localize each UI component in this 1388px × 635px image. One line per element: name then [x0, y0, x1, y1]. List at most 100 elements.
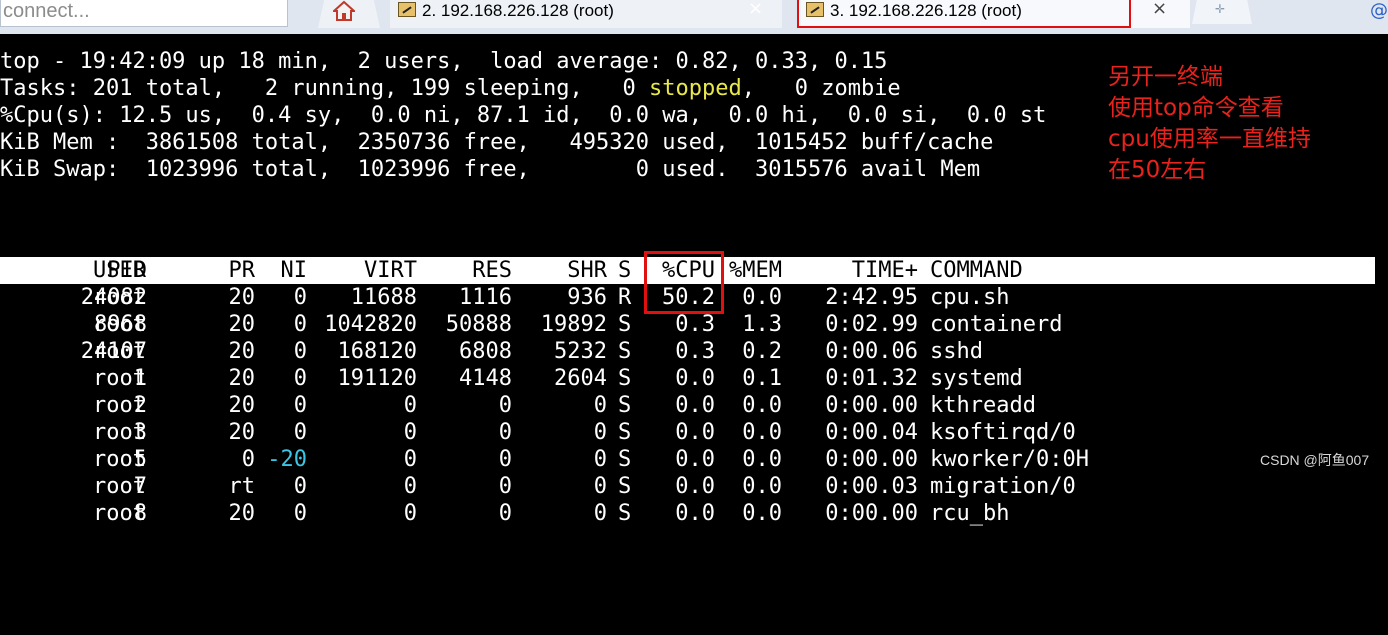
cell-s: S [618, 474, 632, 499]
cell-virt: 168120 [337, 339, 417, 364]
cell-ni: -20 [267, 447, 307, 472]
cell-shr: 0 [593, 420, 607, 445]
col-pr: PR [228, 258, 256, 283]
cell-s: S [618, 447, 632, 472]
cell-mem: 1.3 [742, 312, 782, 337]
cell-shr: 936 [567, 285, 607, 310]
cell-res: 50888 [445, 312, 512, 337]
annotation-line: 使用top命令查看 [1108, 95, 1284, 121]
cell-mem: 0.1 [742, 366, 782, 391]
close-tab-icon[interactable]: × [1152, 0, 1167, 19]
cell-time: 0:00.00 [825, 501, 918, 526]
session-tab-2[interactable]: 2. 192.168.226.128 (root) [390, 0, 782, 28]
cell-mem: 0.0 [742, 501, 782, 526]
watermark: CSDN @阿鱼007 [1260, 452, 1370, 468]
cell-time: 0:01.32 [825, 366, 918, 391]
cell-command: systemd [930, 366, 1023, 391]
cell-s: R [618, 285, 632, 310]
cell-mem: 0.0 [742, 474, 782, 499]
cell-cpu: 0.0 [675, 501, 715, 526]
cell-ni: 0 [293, 474, 307, 499]
tab-label: 2. 192.168.226.128 (root) [422, 1, 614, 20]
col-shr: SHR [567, 258, 607, 283]
cell-time: 0:00.00 [825, 447, 918, 472]
cell-mem: 0.0 [742, 420, 782, 445]
col-time: TIME+ [851, 258, 918, 283]
cell-time: 2:42.95 [825, 285, 918, 310]
cell-cpu: 0.3 [675, 339, 715, 364]
close-tab-icon[interactable]: × [748, 0, 763, 19]
plus-icon: ✛ [1215, 2, 1226, 16]
cell-pr: 20 [228, 366, 256, 391]
quick-connect-input[interactable]: connect... [0, 0, 288, 27]
cell-user: root [93, 339, 146, 364]
annotation-note: 另开一终端 使用top命令查看 cpu使用率一直维持 在50左右 [1108, 62, 1311, 186]
cell-virt: 0 [403, 420, 417, 445]
cell-pr: 20 [228, 339, 256, 364]
annotation-line: 在50左右 [1108, 157, 1207, 183]
cell-s: S [618, 393, 632, 418]
cell-mem: 0.0 [742, 447, 782, 472]
stopped-label: stopped [649, 76, 742, 101]
cell-user: root [93, 393, 146, 418]
cell-res: 0 [498, 474, 512, 499]
cell-command: sshd [930, 339, 983, 364]
cell-pr: 20 [228, 420, 256, 445]
tab-highlight-box [797, 0, 1131, 28]
cell-s: S [618, 366, 632, 391]
col-command: COMMAND [930, 258, 1023, 283]
cell-user: root [93, 312, 146, 337]
cell-pr: rt [228, 474, 256, 499]
cell-ni: 0 [293, 312, 307, 337]
cell-cpu: 0.0 [675, 474, 715, 499]
cell-command: ksoftirqd/0 [930, 420, 1076, 445]
cell-user: root [93, 447, 146, 472]
home-icon [333, 0, 355, 21]
cell-shr: 0 [593, 501, 607, 526]
annotation-line: 另开一终端 [1108, 64, 1223, 90]
cell-command: cpu.sh [930, 285, 1010, 310]
cell-cpu: 0.3 [675, 312, 715, 337]
cell-res: 1116 [459, 285, 512, 310]
cell-res: 0 [498, 393, 512, 418]
cell-cpu: 0.0 [675, 447, 715, 472]
col-user: USER [93, 258, 146, 283]
cpu-line: %Cpu(s): 12.5 us, 0.4 sy, 0.0 ni, 87.1 i… [0, 103, 1047, 128]
cell-cpu: 0.0 [675, 366, 715, 391]
cell-pr: 20 [228, 312, 256, 337]
cell-res: 6808 [459, 339, 512, 364]
cell-shr: 0 [593, 447, 607, 472]
swap-line: KiB Swap: 1023996 total, 1023996 free, 0… [0, 157, 981, 182]
cell-mem: 0.2 [742, 339, 782, 364]
cell-user: root [93, 420, 146, 445]
cell-cpu: 0.0 [675, 393, 715, 418]
cell-ni: 0 [293, 366, 307, 391]
cell-cpu: 0.0 [675, 420, 715, 445]
cpu-highlight-box [644, 251, 724, 314]
cell-command: rcu_bh [930, 501, 1010, 526]
cell-s: S [618, 312, 632, 337]
cell-mem: 0.0 [742, 285, 782, 310]
cell-time: 0:00.00 [825, 393, 918, 418]
cell-virt: 0 [403, 393, 417, 418]
terminal-session-icon [398, 2, 416, 17]
attach-icon[interactable]: @ [1370, 0, 1388, 21]
cell-ni: 0 [293, 393, 307, 418]
cell-virt: 0 [403, 474, 417, 499]
cell-command: kthreadd [930, 393, 1036, 418]
cell-pr: 20 [228, 285, 256, 310]
cell-virt: 11688 [350, 285, 417, 310]
cell-user: root [93, 501, 146, 526]
cell-res: 0 [498, 501, 512, 526]
cell-command: migration/0 [930, 474, 1076, 499]
tasks-line: Tasks: 201 total, 2 running, 199 sleepin… [0, 76, 901, 101]
cell-virt: 0 [403, 501, 417, 526]
cell-s: S [618, 420, 632, 445]
cell-res: 0 [498, 420, 512, 445]
cell-virt: 1042820 [324, 312, 417, 337]
cell-virt: 0 [403, 447, 417, 472]
cell-pr: 0 [241, 447, 255, 472]
uptime-line: top - 19:42:09 up 18 min, 2 users, load … [0, 49, 888, 74]
cell-shr: 2604 [554, 366, 607, 391]
cell-time: 0:02.99 [825, 312, 918, 337]
